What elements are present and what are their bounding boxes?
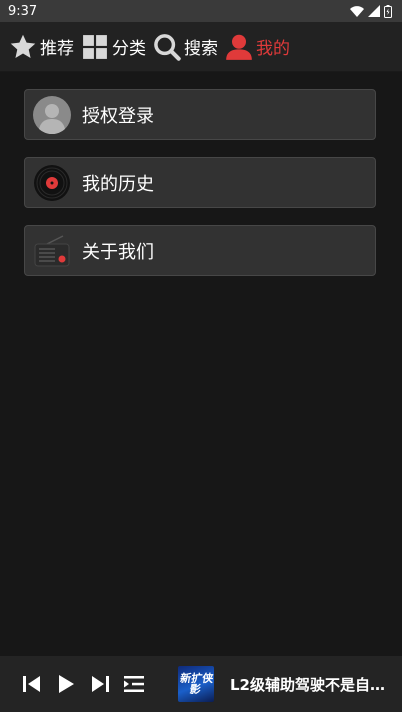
menu-item-login[interactable]: 授权登录 xyxy=(24,89,376,140)
nav-search-label: 搜索 xyxy=(184,39,218,59)
nav-search[interactable]: 搜索 xyxy=(152,32,218,62)
battery-icon xyxy=(384,4,392,18)
user-icon xyxy=(224,32,254,62)
star-icon xyxy=(8,32,38,62)
radio-icon xyxy=(33,232,71,270)
cover-text: 新扩侠影 xyxy=(179,672,214,696)
menu-item-label: 我的历史 xyxy=(82,173,154,195)
nav-mine-label: 我的 xyxy=(256,39,290,59)
track-title[interactable]: L2级辅助驾驶不是自动驾驶 xyxy=(230,674,394,695)
play-icon[interactable] xyxy=(54,672,78,696)
status-bar: 9:37 xyxy=(0,0,402,22)
mini-player: 新扩侠影 L2级辅助驾驶不是自动驾驶 xyxy=(0,656,402,712)
profile-menu: 授权登录 我的历史 关于我们 xyxy=(24,89,376,293)
menu-item-label: 授权登录 xyxy=(82,105,154,127)
menu-item-about[interactable]: 关于我们 xyxy=(24,225,376,276)
nav-recommend-label: 推荐 xyxy=(40,39,74,59)
status-time: 9:37 xyxy=(8,3,38,19)
grid-icon xyxy=(80,32,110,62)
nav-category-label: 分类 xyxy=(112,39,146,59)
status-icons xyxy=(350,4,392,18)
vinyl-record-icon xyxy=(33,164,71,202)
next-icon[interactable] xyxy=(88,672,112,696)
playlist-icon[interactable] xyxy=(122,672,146,696)
nav-category[interactable]: 分类 xyxy=(80,32,146,62)
avatar-icon xyxy=(33,95,71,134)
track-cover[interactable]: 新扩侠影 xyxy=(178,666,214,702)
nav-mine[interactable]: 我的 xyxy=(224,32,290,62)
menu-item-label: 关于我们 xyxy=(82,241,154,263)
signal-icon xyxy=(368,5,380,17)
menu-item-history[interactable]: 我的历史 xyxy=(24,157,376,208)
top-navigation: 推荐 分类 搜索 我的 xyxy=(0,22,402,72)
nav-recommend[interactable]: 推荐 xyxy=(8,32,74,62)
search-icon xyxy=(152,32,182,62)
wifi-icon xyxy=(350,6,364,17)
previous-icon[interactable] xyxy=(20,672,44,696)
